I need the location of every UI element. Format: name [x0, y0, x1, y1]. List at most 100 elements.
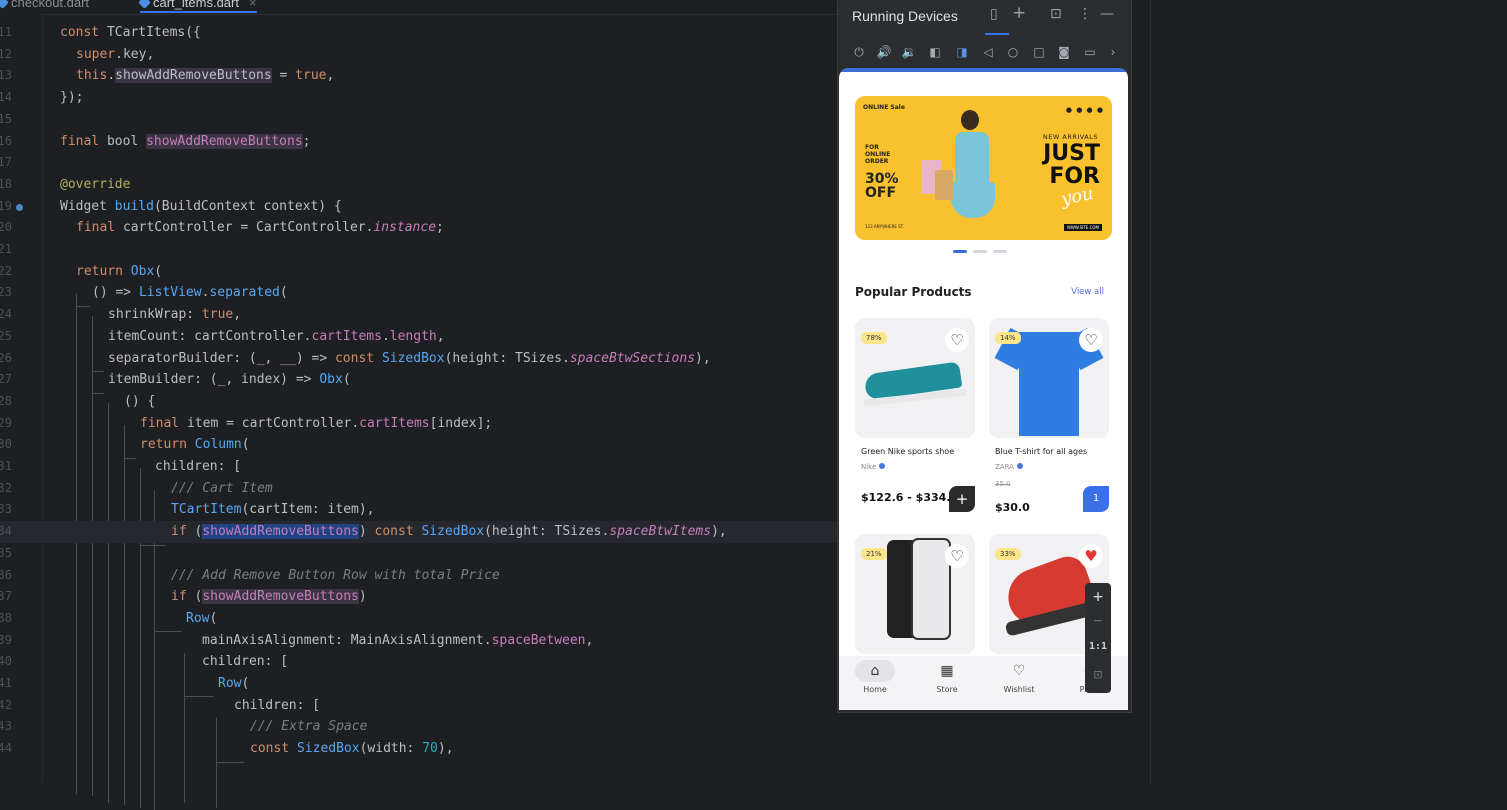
code-line: 12 super.key, [0, 46, 155, 62]
zoom-actual-size-button[interactable]: 1:1 [1085, 641, 1111, 652]
heart-icon[interactable]: ♡ [945, 328, 969, 352]
code-line: 14}); [0, 90, 84, 106]
code-line: 39 mainAxisAlignment: MainAxisAlignment.s… [0, 632, 594, 648]
tab-label: checkout.dart [11, 0, 90, 10]
verified-icon [1016, 463, 1023, 469]
code-line: 35 [0, 545, 12, 560]
code-line-current: 34 if (showAddRemoveButtons) const SizedB… [0, 521, 837, 543]
add-icon[interactable]: + [1012, 3, 1026, 23]
zoom-controls: + − 1:1 ⊡ [1085, 583, 1111, 693]
social-icons: ● ● ● ● [1065, 106, 1104, 114]
code-line: 21 [0, 242, 12, 256]
zoom-out-button[interactable]: − [1085, 613, 1111, 629]
discount-badge: 78% [861, 332, 887, 344]
overview-icon[interactable]: □ [1031, 44, 1047, 60]
back-icon[interactable]: ◁ [980, 44, 996, 60]
product-card[interactable]: 78% ♡ Green Nike sports shoe Nike $122.6… [855, 318, 975, 518]
carousel-dot[interactable] [973, 250, 987, 253]
model-head [961, 110, 979, 130]
banner-for-online: FOR ONLINE ORDER [865, 144, 891, 165]
nav-label: Home [863, 685, 887, 694]
active-device-underline [985, 33, 1009, 35]
discount-badge: 33% [995, 548, 1021, 560]
banner-discount: 30% OFF [865, 171, 899, 201]
code-line: 30 return Column( [0, 437, 250, 453]
layout-icon[interactable]: ⊡ [1050, 6, 1062, 22]
carousel-dot[interactable] [993, 250, 1007, 253]
cart-quantity-button[interactable]: 1 [1083, 486, 1109, 512]
home-icon[interactable]: ○ [1005, 44, 1021, 60]
camera-icon[interactable]: ◙ [1056, 44, 1072, 60]
heart-filled-icon[interactable]: ♥ [1079, 544, 1103, 568]
banner-new-arrivals: NEW ARRIVALS [1042, 133, 1098, 141]
tab-cart-items[interactable]: cart_items.dart × [138, 0, 257, 13]
code-line: 22 return Obx( [0, 263, 163, 279]
code-line: 24 shrinkWrap: true, [0, 307, 242, 323]
close-icon[interactable]: × [249, 0, 257, 10]
banner-website: WWW.SITE.COM [1063, 224, 1102, 231]
more-icon[interactable]: ⋮ [1078, 6, 1092, 22]
banner-logo: ONLINE Sale [863, 104, 905, 111]
nav-wishlist[interactable]: ♡ Wishlist [993, 660, 1045, 694]
rotate-left-icon[interactable]: ◧ [927, 44, 943, 60]
code-line: 36/// Add Remove Button Row with total P… [0, 567, 500, 583]
model-skirt [951, 182, 995, 218]
code-line: 31 children: [ [0, 459, 242, 474]
code-line: 37 if (showAddRemoveButtons) [0, 589, 367, 605]
code-line: 25 itemCount: cartController.cartItems.le… [0, 328, 445, 344]
rotate-right-icon[interactable]: ◨ [954, 44, 970, 60]
volume-up-icon[interactable]: 🔊 [876, 44, 892, 60]
add-to-cart-button[interactable]: + [949, 486, 975, 512]
code-line: 13 this.showAddRemoveButtons = true, [0, 68, 335, 84]
tab-checkout[interactable]: checkout.dart [0, 0, 89, 10]
volume-down-icon[interactable]: 🔉 [901, 44, 917, 60]
minimize-icon[interactable]: — [1100, 6, 1114, 22]
code-line: 20 final cartController = CartController.… [0, 220, 444, 236]
store-icon: ▦ [940, 663, 954, 679]
shopping-bag [935, 170, 953, 200]
product-card[interactable]: 14% ♡ Blue T-shirt for all ages ZARA 35.… [989, 318, 1109, 518]
code-line: 43/// Extra Space [0, 719, 368, 735]
old-price: 35.0 [995, 480, 1011, 488]
code-line: 42 children: [ [0, 697, 321, 713]
code-line: 17 [0, 155, 12, 170]
brand-label: Nike [861, 463, 877, 471]
indent-guide [216, 762, 244, 763]
chevron-right-icon[interactable]: › [1105, 44, 1121, 60]
verified-icon [879, 463, 886, 469]
zoom-fit-icon[interactable]: ⊡ [1085, 667, 1111, 683]
status-bar [839, 68, 1128, 72]
dart-file-icon [138, 0, 151, 9]
nav-store[interactable]: ▦ Store [921, 660, 973, 694]
code-line: 11 const TCartItems({ [0, 25, 201, 40]
code-line: 27 itemBuilder: (_, index) => Obx( [0, 372, 351, 388]
heart-icon[interactable]: ♡ [1079, 328, 1103, 352]
nav-home[interactable]: ⌂ Home [849, 660, 901, 694]
carousel-dot-active[interactable] [953, 250, 967, 253]
product-name: Green Nike sports shoe [861, 447, 955, 456]
heart-icon: ♡ [1012, 663, 1026, 679]
discount-badge: 14% [995, 332, 1021, 344]
promo-banner[interactable]: ONLINE Sale ● ● ● ● FOR ONLINE ORDER 30%… [855, 96, 1112, 240]
editor-tab-bar: checkout.dart cart_items.dart × [0, 0, 837, 15]
section-title: Popular Products [855, 285, 972, 299]
override-gutter-icon[interactable] [16, 203, 23, 211]
zoom-in-button[interactable]: + [1085, 587, 1111, 607]
product-brand: ZARA [995, 463, 1023, 471]
view-all-link[interactable]: View all [1071, 287, 1104, 297]
code-line: 32/// Cart Item [0, 480, 273, 496]
code-line: 38 Row( [0, 610, 218, 626]
code-line: 16 final bool showAddRemoveButtons; [0, 133, 311, 149]
nav-label: Store [936, 685, 958, 694]
power-icon[interactable]: ⏻ [851, 44, 867, 60]
device-icon[interactable]: ▯ [990, 6, 998, 22]
code-line: 40 children: [ [0, 654, 289, 670]
discount-badge: 21% [861, 548, 887, 560]
panel-title: Running Devices [852, 8, 958, 24]
product-price: $30.0 [995, 501, 1030, 514]
home-icon: ⌂ [870, 663, 880, 679]
product-brand: Nike [861, 463, 886, 471]
heart-icon[interactable]: ♡ [945, 544, 969, 568]
record-icon[interactable]: ▭ [1082, 44, 1098, 60]
product-price: $122.6 - $334.0 [861, 491, 959, 504]
